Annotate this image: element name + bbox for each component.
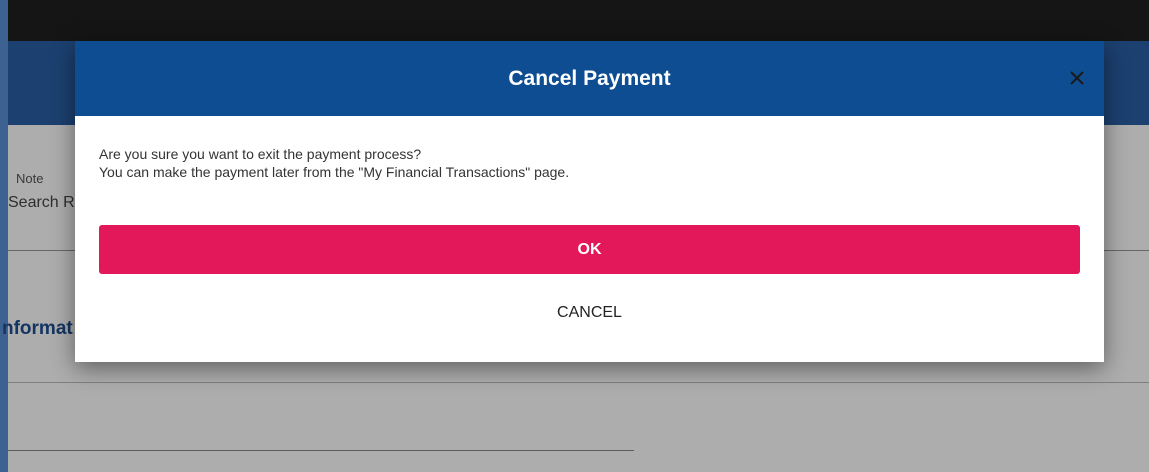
dialog-message: Are you sure you want to exit the paymen… [99, 145, 569, 181]
message-line: Are you sure you want to exit the paymen… [99, 146, 422, 162]
dialog-header: Cancel Payment [75, 41, 1104, 116]
close-icon [1070, 71, 1084, 85]
page: Note Search R nformat Cancel Payment Are… [0, 0, 1149, 472]
ok-button[interactable]: OK [99, 225, 1080, 274]
message-line: You can make the payment later from the … [99, 164, 570, 180]
cancel-payment-dialog: Cancel Payment Are you sure you want to … [75, 41, 1104, 362]
dialog-title: Cancel Payment [508, 66, 671, 90]
cancel-button[interactable]: CANCEL [499, 295, 680, 331]
close-button[interactable] [1062, 63, 1092, 93]
